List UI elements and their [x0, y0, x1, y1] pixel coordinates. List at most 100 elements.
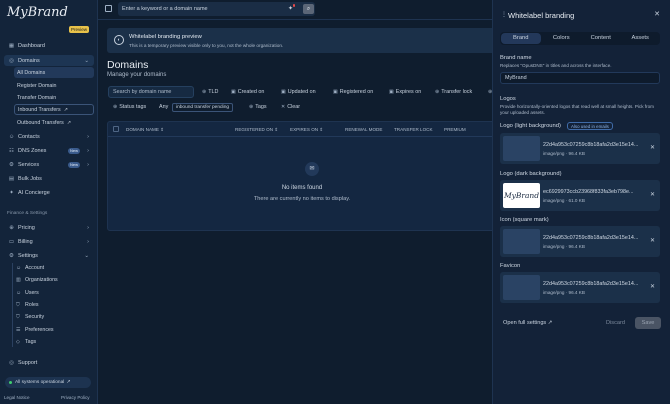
sidebar-item-label: Preferences [25, 327, 54, 333]
sidebar-toggle-icon[interactable] [105, 5, 112, 12]
brand-logo[interactable]: MyBrand [7, 5, 68, 20]
sidebar-item-label: Domains [18, 57, 40, 64]
sidebar-item-label: Contacts [18, 133, 40, 140]
filter-registered[interactable]: ▣ Registered on [333, 86, 373, 98]
preview-badge: Preview [69, 26, 90, 33]
sidebar-item-roles[interactable]: ⛉ Roles [16, 300, 39, 310]
new-badge: New [67, 147, 80, 154]
logo-dark-file[interactable]: MyBrand ec6929973ccb23968f833fa3eb798e..… [500, 180, 660, 211]
chevron-right-icon: › [87, 224, 89, 231]
file-meta: image/png · 96.4 KB [543, 151, 585, 156]
chevron-right-icon: › [87, 147, 89, 154]
tab-brand[interactable]: Brand [501, 33, 541, 44]
sidebar-item-label: Users [25, 290, 39, 296]
image-thumbnail [503, 229, 540, 254]
domain-search-input[interactable]: Search by domain name [108, 86, 194, 98]
sidebar-item-label: Roles [25, 302, 39, 308]
pricing-icon: ⊕ [9, 224, 14, 231]
sidebar-item-billing[interactable]: ▭ Billing › [4, 236, 94, 247]
remove-file-icon[interactable]: ✕ [650, 283, 655, 290]
column-expires-on[interactable]: EXPIRES ON ⇕ [290, 127, 323, 133]
sidebar-item-preferences[interactable]: ☰ Preferences [16, 325, 54, 335]
close-icon[interactable]: ✕ [654, 10, 660, 18]
clear-filters-button[interactable]: ✕ Clear [281, 101, 300, 113]
sidebar-item-organizations[interactable]: ▥ Organizations [16, 275, 58, 285]
icon-file[interactable]: 22d4a953c07259c8b18afa2d3e15e14... image… [500, 226, 660, 257]
sidebar-item-label: Account [25, 265, 45, 271]
column-label: DOMAIN NAME [126, 127, 159, 132]
sidebar-item-services[interactable]: ⚙ Services New › [4, 159, 94, 170]
remove-file-icon[interactable]: ✕ [650, 144, 655, 151]
dns-icon: ☷ [9, 147, 14, 154]
finance-settings-label: Finance & Settings [7, 211, 48, 216]
sidebar-item-settings[interactable]: ⚙ Settings ⌄ [4, 250, 94, 261]
page-subtitle: Manage your domains [107, 72, 167, 78]
sidebar-item-dashboard[interactable]: ▦ Dashboard [4, 40, 94, 51]
branding-panel: ⋮ Whitelabel branding ✕ Brand Colors Con… [492, 0, 670, 404]
drag-handle-icon[interactable]: ⋮ [501, 11, 507, 18]
filter-label: Created on [237, 89, 265, 95]
sidebar-item-security[interactable]: ⛉ Security [16, 312, 44, 322]
sidebar-item-account[interactable]: ☺ Account [16, 263, 44, 273]
remove-file-icon[interactable]: ✕ [650, 237, 655, 244]
sidebar-item-dns-zones[interactable]: ☷ DNS Zones New › [4, 145, 94, 156]
logo-light-file[interactable]: 22d4a953c07259c8b18afa2d3e15e14... image… [500, 133, 660, 164]
ai-sparkle-icon[interactable]: ✦ [288, 4, 296, 12]
system-status[interactable]: All systems operational ↗ [5, 377, 91, 388]
filter-created[interactable]: ▣ Created on [231, 86, 264, 98]
sidebar-item-label: Security [25, 314, 45, 320]
search-icon: ⌕ [306, 6, 311, 12]
filter-tags[interactable]: ⊕ Tags [249, 101, 267, 113]
filter-expires[interactable]: ▣ Expires on [389, 86, 421, 98]
legal-notice-link[interactable]: Legal Notice [4, 395, 30, 400]
tab-assets[interactable]: Assets [621, 32, 661, 45]
global-search-input[interactable]: Enter a keyword or a domain name [118, 2, 315, 16]
search-button[interactable]: ⌕ [303, 4, 314, 14]
column-domain-name[interactable]: DOMAIN NAME ⇕ [126, 127, 164, 133]
sidebar-item-register-domain[interactable]: Register Domain [14, 80, 94, 91]
sidebar-item-label: Dashboard [18, 42, 45, 49]
chevron-down-icon: ⌄ [84, 57, 89, 64]
sidebar-item-bulk-jobs[interactable]: ▤ Bulk Jobs [4, 173, 94, 184]
tab-colors[interactable]: Colors [542, 32, 582, 45]
sidebar-item-inbound-transfers[interactable]: Inbound Transfers ↗ [14, 104, 94, 115]
brand-name-label: Brand name [500, 55, 532, 61]
sidebar-item-pricing[interactable]: ⊕ Pricing › [4, 222, 94, 233]
sidebar-item-contacts[interactable]: ☺ Contacts › [4, 131, 94, 142]
sidebar-item-ai-concierge[interactable]: ✦ AI Concierge [4, 187, 94, 198]
sidebar-item-label: AI Concierge [18, 189, 50, 196]
column-registered-on[interactable]: REGISTERED ON ⇕ [235, 127, 278, 133]
file-name: 22d4a953c07259c8b18afa2d3e15e14... [543, 142, 639, 148]
logos-label: Logos [500, 96, 516, 102]
filter-updated[interactable]: ▣ Updated on [281, 86, 316, 98]
sidebar-item-all-domains[interactable]: All Domains [14, 67, 94, 78]
sidebar-item-label: Pricing [18, 224, 35, 231]
sidebar-item-domains[interactable]: ◎ Domains ⌄ [4, 55, 94, 66]
filter-inbound-pending[interactable]: inbound transfer pending [172, 103, 234, 112]
sidebar-item-tags[interactable]: ◇ Tags [16, 337, 36, 347]
banner-title: Whitelabel branding preview [129, 34, 202, 40]
calendar-icon: ▣ [333, 89, 338, 95]
privacy-policy-link[interactable]: Privacy Policy [61, 395, 90, 400]
filter-status-tags[interactable]: ⊕ Status tags [113, 101, 146, 113]
save-button[interactable]: Save [635, 317, 661, 329]
remove-file-icon[interactable]: ✕ [650, 191, 655, 198]
status-dot [9, 381, 12, 384]
filter-label: Clear [287, 104, 301, 110]
favicon-file[interactable]: 22d4a953c07259c8b18afa2d3e15e14... image… [500, 272, 660, 303]
empty-state-description: There are currently no items to display. [253, 196, 351, 202]
brand-name-input[interactable]: MyBrand [500, 72, 660, 84]
sidebar-item-transfer-domain[interactable]: Transfer Domain [14, 92, 94, 103]
plus-circle-icon: ⊕ [435, 89, 440, 95]
sidebar-item-outbound-transfers[interactable]: Outbound Transfers ↗ [14, 117, 94, 128]
discard-button[interactable]: Discard [599, 317, 632, 329]
filter-transfer-lock[interactable]: ⊕ Transfer lock [435, 86, 472, 98]
select-all-checkbox[interactable] [113, 126, 119, 132]
filter-tld[interactable]: ⊕ TLD [202, 86, 218, 98]
file-name: 22d4a953c07259c8b18afa2d3e15e14... [543, 235, 639, 241]
open-full-settings-link[interactable]: Open full settings ↗ [503, 320, 552, 326]
palette-icon: ◐ [114, 35, 124, 45]
sidebar-item-support[interactable]: ◎ Support [4, 357, 94, 368]
sidebar-item-users[interactable]: ☺ Users [16, 288, 39, 298]
tab-content[interactable]: Content [581, 32, 621, 45]
